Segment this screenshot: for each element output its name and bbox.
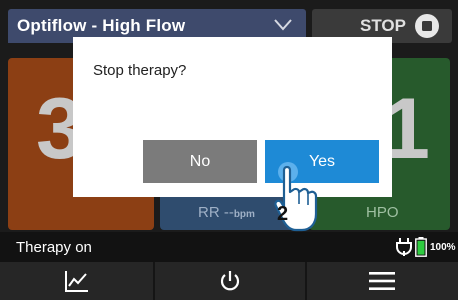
step-number: 2 [277, 203, 288, 225]
no-button[interactable]: No [143, 140, 257, 183]
modal-overlay: Stop therapy? No Yes 2 [0, 0, 458, 300]
stop-therapy-dialog: Stop therapy? No Yes [73, 37, 392, 197]
dialog-title: Stop therapy? [93, 62, 187, 79]
hand-pointer-icon: 2 [274, 162, 318, 232]
device-screen: Optiflow - High Flow STOP 3 1 O₂ RR --bp… [0, 0, 458, 300]
